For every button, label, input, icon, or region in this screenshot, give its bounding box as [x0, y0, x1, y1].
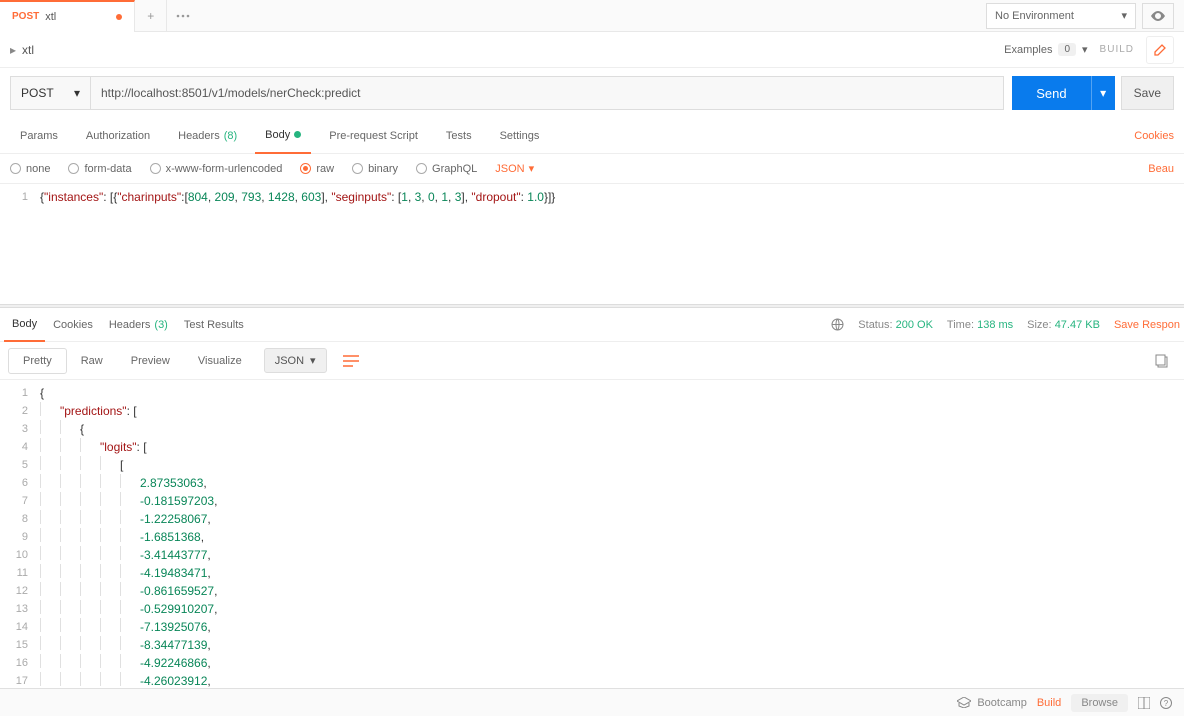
- response-tabs: Body Cookies Headers (3) Test Results St…: [0, 308, 1184, 342]
- chevron-down-icon: ▾: [1082, 43, 1088, 56]
- request-tabs: Params Authorization Headers (8) Body Pr…: [0, 118, 1184, 154]
- body-binary[interactable]: binary: [352, 163, 398, 175]
- wrap-icon: [343, 355, 359, 367]
- copy-icon: [1155, 354, 1168, 368]
- wrap-toggle-button[interactable]: [335, 350, 367, 372]
- eye-icon: [1151, 11, 1165, 21]
- body-raw[interactable]: raw: [300, 163, 334, 175]
- breadcrumb-name: xtl: [22, 43, 34, 57]
- headers-count: (8): [224, 130, 237, 142]
- breadcrumb-row: ▸ xtl Examples 0 ▾ BUILD: [0, 32, 1184, 68]
- body-indicator-icon: [294, 131, 301, 138]
- view-visualize[interactable]: Visualize: [184, 349, 256, 373]
- footer-browse[interactable]: Browse: [1071, 694, 1128, 712]
- body-graphql[interactable]: GraphQL: [416, 163, 477, 175]
- save-response-button[interactable]: Save Respon: [1114, 319, 1180, 331]
- resp-tab-headers[interactable]: Headers (3): [101, 308, 176, 342]
- view-raw[interactable]: Raw: [67, 349, 117, 373]
- body-format-select[interactable]: JSON ▾: [495, 162, 534, 175]
- method-value: POST: [21, 86, 54, 100]
- url-row: POST ▾ Send ▾ Save: [0, 68, 1184, 118]
- response-format-select[interactable]: JSON ▾: [264, 348, 327, 373]
- beautify-link[interactable]: Beau: [1148, 163, 1174, 175]
- request-tab[interactable]: POST xtl: [0, 0, 135, 32]
- tab-tests[interactable]: Tests: [436, 118, 482, 154]
- chevron-down-icon: ▾: [310, 354, 316, 367]
- method-select[interactable]: POST ▾: [10, 76, 90, 110]
- chevron-down-icon: ▾: [529, 162, 535, 175]
- tab-headers-label: Headers: [178, 130, 220, 142]
- body-type-row: none form-data x-www-form-urlencoded raw…: [0, 154, 1184, 184]
- resp-tab-cookies[interactable]: Cookies: [45, 308, 101, 342]
- tab-bar: POST xtl + No Environment ▾: [0, 0, 1184, 32]
- bootcamp-button[interactable]: Bootcamp: [957, 697, 1027, 709]
- body-none[interactable]: none: [10, 163, 50, 175]
- pencil-icon: [1154, 43, 1167, 56]
- url-input[interactable]: [90, 76, 1004, 110]
- tab-body-label: Body: [265, 129, 290, 141]
- resp-tab-body[interactable]: Body: [4, 308, 45, 342]
- body-urlencoded[interactable]: x-www-form-urlencoded: [150, 163, 283, 175]
- new-tab-button[interactable]: +: [135, 0, 167, 32]
- resp-tab-tests[interactable]: Test Results: [176, 308, 252, 342]
- examples-count: 0: [1058, 43, 1076, 56]
- response-body-viewer[interactable]: 1{2"predictions": [3{4"logits": [5[62.87…: [0, 380, 1184, 690]
- footer-build[interactable]: Build: [1037, 697, 1061, 709]
- response-meta: Status: 200 OK Time: 138 ms Size: 47.47 …: [831, 318, 1180, 331]
- copy-button[interactable]: [1147, 349, 1176, 373]
- edit-button[interactable]: [1146, 36, 1174, 64]
- tab-body[interactable]: Body: [255, 118, 311, 154]
- view-preview[interactable]: Preview: [117, 349, 184, 373]
- tab-authorization[interactable]: Authorization: [76, 118, 160, 154]
- resp-headers-count: (3): [154, 319, 167, 331]
- cookies-link[interactable]: Cookies: [1134, 130, 1174, 142]
- environment-area: No Environment ▾: [986, 3, 1184, 29]
- pane-layout-icon[interactable]: [1138, 697, 1150, 709]
- tab-name: xtl: [45, 11, 56, 23]
- examples-label: Examples: [1004, 44, 1052, 56]
- caret-right-icon: ▸: [10, 43, 16, 57]
- send-button[interactable]: Send: [1012, 76, 1090, 110]
- environment-select[interactable]: No Environment ▾: [986, 3, 1136, 29]
- size-block: Size: 47.47 KB: [1027, 319, 1100, 331]
- globe-icon[interactable]: [831, 318, 844, 331]
- unsaved-dot-icon: [116, 14, 122, 20]
- tab-headers[interactable]: Headers (8): [168, 118, 247, 154]
- help-icon[interactable]: ?: [1160, 697, 1172, 709]
- footer-bar: Bootcamp Build Browse ?: [0, 688, 1184, 716]
- time-block: Time: 138 ms: [947, 319, 1013, 331]
- environment-label: No Environment: [995, 10, 1074, 22]
- view-pretty[interactable]: Pretty: [8, 348, 67, 374]
- send-options-button[interactable]: ▾: [1091, 76, 1115, 110]
- more-icon: [176, 14, 190, 18]
- examples-dropdown[interactable]: Examples 0 ▾: [1004, 43, 1087, 56]
- svg-text:?: ?: [1164, 699, 1169, 708]
- format-label: JSON: [495, 163, 524, 175]
- tab-settings[interactable]: Settings: [490, 118, 550, 154]
- build-label: BUILD: [1100, 44, 1134, 55]
- environment-preview-button[interactable]: [1142, 3, 1174, 29]
- body-formdata[interactable]: form-data: [68, 163, 131, 175]
- request-body-editor[interactable]: 1{"instances": [{"charinputs":[804, 209,…: [0, 184, 1184, 304]
- tab-params[interactable]: Params: [10, 118, 68, 154]
- save-button[interactable]: Save: [1121, 76, 1174, 110]
- tab-method: POST: [12, 11, 39, 22]
- chevron-down-icon: ▾: [74, 86, 80, 100]
- chevron-down-icon: ▾: [1121, 9, 1127, 22]
- tab-prerequest[interactable]: Pre-request Script: [319, 118, 428, 154]
- response-view-toolbar: Pretty Raw Preview Visualize JSON ▾: [0, 342, 1184, 380]
- status-block: Status: 200 OK: [858, 319, 933, 331]
- tab-options-button[interactable]: [167, 14, 199, 18]
- graduation-icon: [957, 697, 971, 708]
